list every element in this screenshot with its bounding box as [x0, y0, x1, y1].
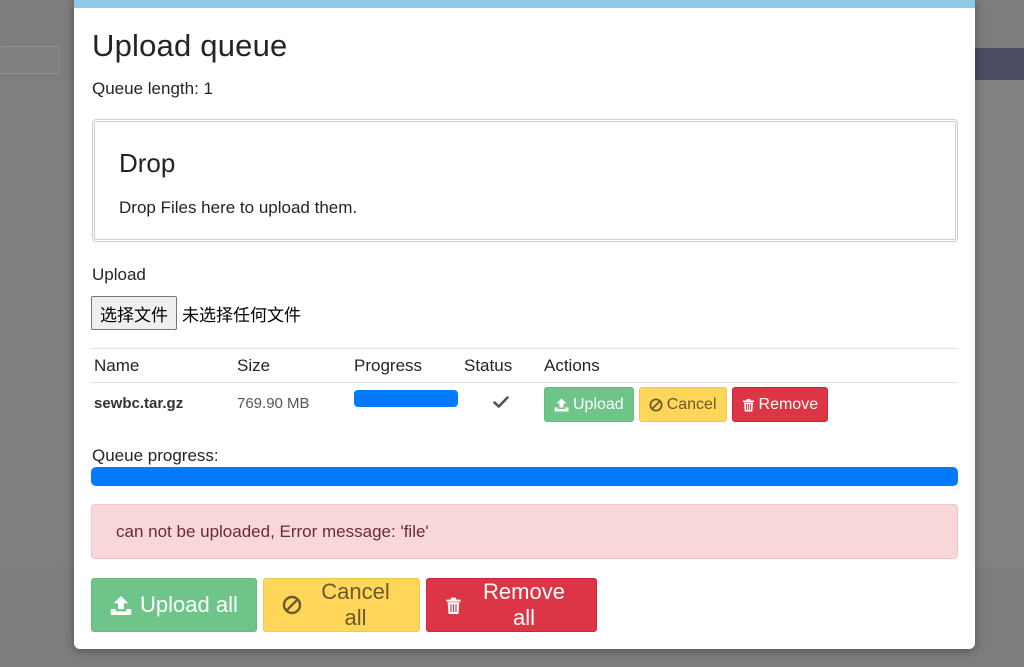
trash-icon: [445, 596, 462, 615]
remove-button-label: Remove: [758, 395, 819, 413]
background-panel-left: [0, 80, 74, 567]
cancel-all-label: Cancel all: [321, 579, 390, 630]
column-header-size: Size: [234, 348, 351, 383]
upload-button[interactable]: Upload: [544, 387, 634, 423]
queue-progress-bar: [91, 467, 958, 486]
queue-length-text: Queue length: 1: [92, 79, 213, 98]
column-header-status: Status: [461, 348, 541, 383]
trash-icon: [742, 398, 755, 412]
error-alert: can not be uploaded, Error message: 'fil…: [91, 504, 958, 559]
background-panel-right: [975, 80, 1024, 567]
column-header-progress: Progress: [351, 348, 461, 383]
upload-icon: [554, 398, 569, 412]
upload-queue-table: Name Size Progress Status Actions sewbc.…: [91, 348, 958, 425]
drop-zone-title: Drop: [119, 148, 176, 178]
queue-progress-fill: [91, 467, 958, 486]
remove-button[interactable]: Remove: [731, 387, 829, 423]
choose-file-button[interactable]: 选择文件: [91, 296, 177, 330]
upload-all-label: Upload all: [140, 592, 238, 617]
queue-progress-label: Queue progress:: [92, 446, 219, 465]
background-navbar: [975, 48, 1024, 80]
table-row: sewbc.tar.gz 769.90 MB Upload Cancel Rem…: [91, 383, 958, 425]
cancel-button-label: Cancel: [666, 395, 717, 413]
file-size: 769.90 MB: [237, 395, 310, 413]
modal-top-bar: [74, 0, 975, 8]
remove-all-button[interactable]: Remove all: [426, 578, 597, 632]
column-header-name: Name: [91, 348, 234, 383]
ban-icon: [282, 595, 302, 615]
upload-all-button[interactable]: Upload all: [91, 578, 257, 632]
file-progress-cell: [351, 383, 461, 425]
page-title: Upload queue: [92, 28, 288, 63]
check-icon: [493, 395, 509, 413]
ban-icon: [649, 398, 663, 412]
file-progress-fill: [354, 390, 458, 408]
no-file-chosen-text: 未选择任何文件: [182, 305, 301, 326]
file-input[interactable]: 选择文件 未选择任何文件: [91, 296, 301, 330]
file-progress-bar: [354, 390, 458, 408]
background-input: [0, 46, 60, 74]
file-actions-cell: Upload Cancel Remove: [541, 383, 958, 425]
upload-button-label: Upload: [573, 395, 624, 413]
upload-queue-modal: Upload queue Queue length: 1 Drop Drop F…: [74, 0, 975, 649]
drop-zone[interactable]: Drop Drop Files here to upload them.: [92, 119, 958, 242]
upload-label: Upload: [92, 265, 146, 284]
column-header-actions: Actions: [541, 348, 958, 383]
drop-zone-hint: Drop Files here to upload them.: [119, 198, 358, 217]
remove-all-label: Remove all: [483, 579, 565, 630]
footer-actions: Upload all Cancel all Remove all: [91, 578, 597, 632]
file-name: sewbc.tar.gz: [94, 395, 184, 413]
error-alert-message: can not be uploaded, Error message: 'fil…: [116, 521, 429, 541]
file-status-cell: [461, 383, 541, 425]
upload-icon: [110, 595, 132, 616]
cancel-all-button[interactable]: Cancel all: [263, 578, 420, 632]
table-header-row: Name Size Progress Status Actions: [91, 348, 958, 383]
cancel-button[interactable]: Cancel: [638, 387, 727, 423]
